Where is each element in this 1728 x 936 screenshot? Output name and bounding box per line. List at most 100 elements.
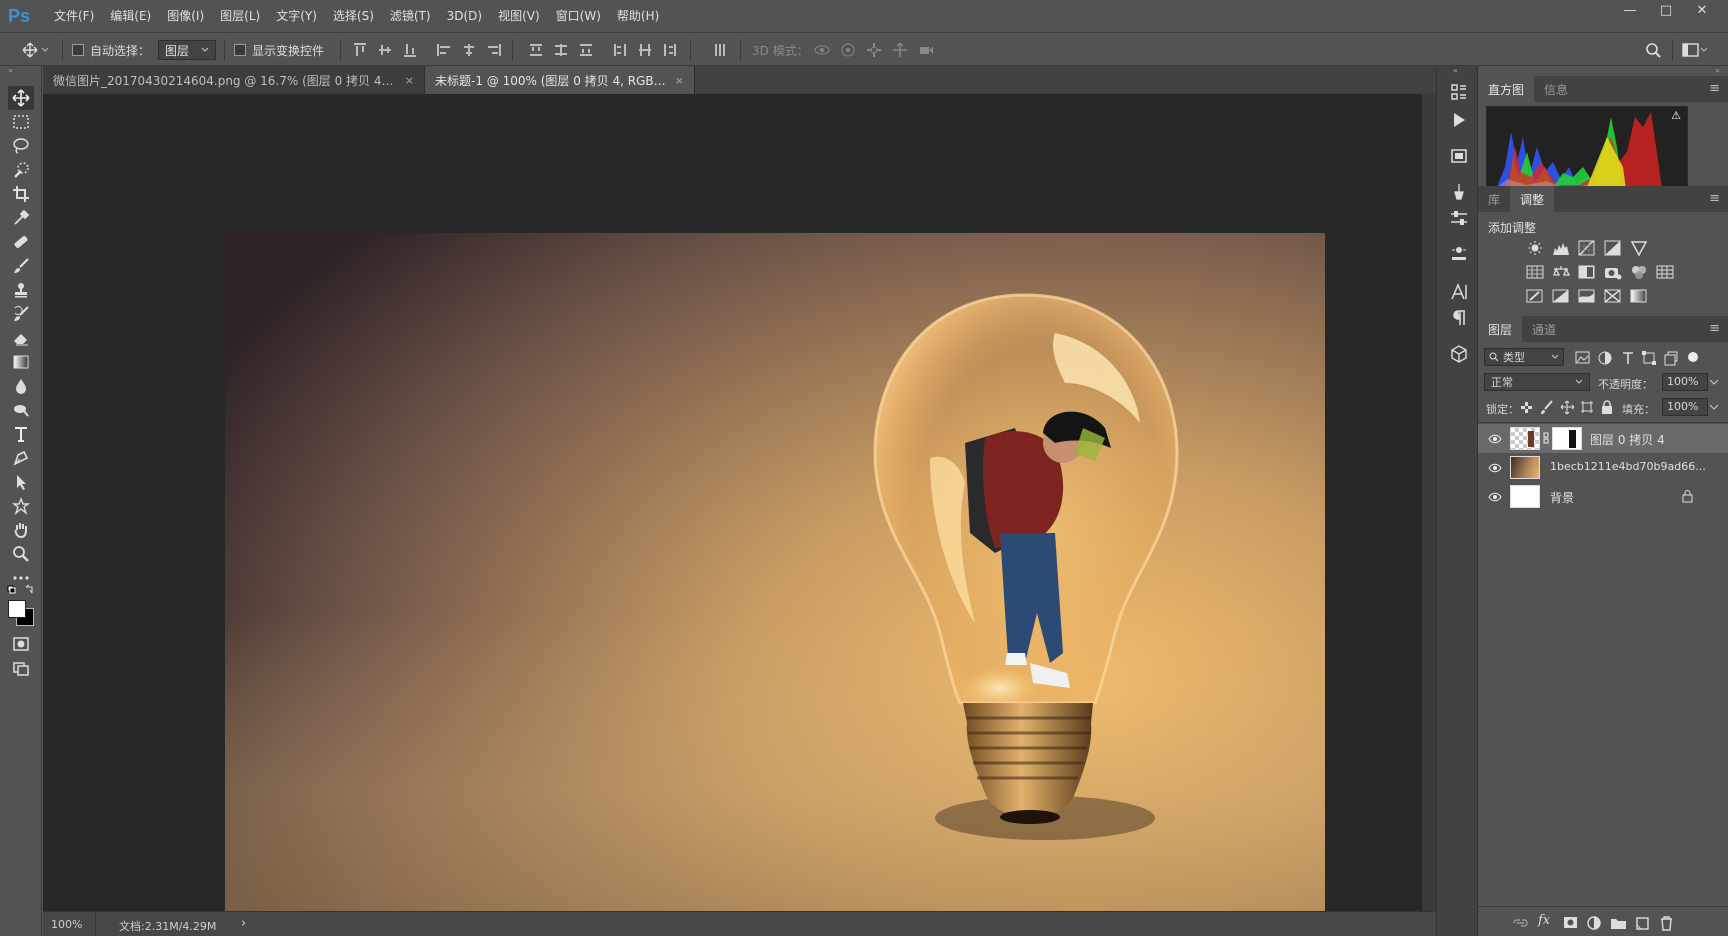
collapse-handle-icon[interactable]: »: [8, 67, 34, 75]
layer-thumbnail[interactable]: [1510, 485, 1540, 508]
menu-item-10[interactable]: 帮助(H): [609, 0, 667, 32]
close-button[interactable]: ✕: [1684, 0, 1720, 24]
tab-untitled-1[interactable]: 未标题-1 @ 100% (图层 0 拷贝 4, RGB/8#) * ×: [425, 66, 695, 94]
menu-item-0[interactable]: 文件(F): [46, 0, 102, 32]
zoom-tool[interactable]: [8, 542, 34, 566]
layer-thumbnail[interactable]: [1510, 427, 1540, 450]
tab-channels[interactable]: 通道: [1522, 316, 1566, 342]
healing-brush-tool[interactable]: [8, 230, 34, 254]
link-layers-icon[interactable]: [1512, 915, 1530, 931]
blend-mode-dropdown[interactable]: 正常: [1484, 373, 1590, 391]
3d-slide-icon[interactable]: [892, 42, 908, 58]
show-transform-checkbox[interactable]: [234, 44, 246, 56]
new-layer-icon[interactable]: [1634, 915, 1652, 931]
color-lookup-icon[interactable]: [1656, 264, 1674, 280]
clone-stamp-tool[interactable]: [8, 278, 34, 302]
auto-align-icon[interactable]: [712, 42, 728, 58]
gradient-map-icon[interactable]: [1630, 288, 1648, 304]
menu-item-1[interactable]: 编辑(E): [102, 0, 159, 32]
exposure-icon[interactable]: [1604, 240, 1622, 256]
filter-pixel-icon[interactable]: [1574, 350, 1592, 366]
align-hcenter-icon[interactable]: [461, 42, 477, 58]
tab-histogram[interactable]: 直方图: [1478, 76, 1535, 102]
auto-select-checkbox[interactable]: [72, 44, 84, 56]
cache-warning-icon[interactable]: ⚠: [1671, 109, 1681, 122]
canvas-workspace[interactable]: [43, 94, 1436, 936]
move-tool-preset[interactable]: [22, 33, 50, 67]
foreground-color-swatch[interactable]: [8, 600, 26, 618]
auto-select-dropdown[interactable]: 图层: [158, 40, 216, 60]
chevron-down-icon[interactable]: [1708, 401, 1720, 417]
hand-tool[interactable]: [8, 518, 34, 542]
3d-roll-icon[interactable]: [840, 42, 856, 58]
panel-menu-icon[interactable]: ≡: [1709, 316, 1720, 342]
default-colors[interactable]: [6, 584, 36, 598]
3d-scale-icon[interactable]: [918, 42, 934, 58]
distribute-hcenter-icon[interactable]: [637, 42, 653, 58]
layer-row-copy4[interactable]: 图层 0 拷贝 4: [1478, 424, 1728, 453]
crop-tool[interactable]: [8, 182, 34, 206]
lock-transparent-icon[interactable]: [1520, 400, 1534, 416]
move-tool[interactable]: [8, 86, 34, 110]
opacity-input[interactable]: 100%: [1662, 373, 1708, 391]
layer-name[interactable]: 背景: [1550, 489, 1574, 506]
close-tab-icon[interactable]: ×: [405, 74, 414, 87]
curves-icon[interactable]: [1578, 240, 1596, 256]
layer-row-photo[interactable]: 1becb1211e4bd70b9ad66...: [1478, 453, 1728, 482]
gradient-tool[interactable]: [8, 350, 34, 374]
vertical-scrollbar[interactable]: [1422, 94, 1436, 911]
filter-toggle[interactable]: [1688, 352, 1698, 362]
layer-thumbnail[interactable]: [1510, 456, 1540, 479]
menu-item-5[interactable]: 选择(S): [325, 0, 382, 32]
lock-artboard-icon[interactable]: [1580, 400, 1594, 416]
mask-link-icon[interactable]: [1542, 432, 1550, 444]
properties-sliders-icon[interactable]: [1449, 208, 1469, 228]
layer-filter-dropdown[interactable]: 类型: [1484, 348, 1564, 366]
layer-mask-thumbnail[interactable]: [1552, 427, 1582, 450]
distribute-right-icon[interactable]: [662, 42, 678, 58]
brush-settings-icon[interactable]: [1449, 182, 1469, 202]
align-top-icon[interactable]: [352, 42, 368, 58]
collapse-handle-icon[interactable]: »: [1715, 66, 1720, 75]
screen-mode-button[interactable]: [8, 656, 34, 680]
workspace-switcher-icon[interactable]: [1682, 42, 1708, 58]
lock-image-pixels-icon[interactable]: [1540, 400, 1554, 416]
tab-libraries[interactable]: 库: [1478, 186, 1510, 212]
panel-menu-icon[interactable]: ≡: [1709, 186, 1720, 212]
align-right-icon[interactable]: [486, 42, 502, 58]
delete-layer-trash-icon[interactable]: [1658, 915, 1676, 931]
zoom-level[interactable]: 100%: [51, 918, 82, 931]
menu-item-2[interactable]: 图像(I): [159, 0, 212, 32]
type-tool[interactable]: [8, 422, 34, 446]
history-panel-icon[interactable]: [1449, 82, 1469, 102]
distribute-bottom-icon[interactable]: [578, 42, 594, 58]
search-icon[interactable]: [1645, 42, 1661, 58]
pen-tool[interactable]: [8, 446, 34, 470]
paragraph-panel-icon[interactable]: [1449, 308, 1469, 328]
path-selection-tool[interactable]: [8, 470, 34, 494]
lasso-tool[interactable]: [8, 134, 34, 158]
menu-item-8[interactable]: 视图(V): [490, 0, 548, 32]
vibrance-icon[interactable]: [1630, 240, 1648, 256]
marquee-tool[interactable]: [8, 110, 34, 134]
brush-tool[interactable]: [8, 254, 34, 278]
restore-button[interactable]: □: [1648, 0, 1684, 24]
new-group-folder-icon[interactable]: [1610, 915, 1628, 931]
quick-selection-tool[interactable]: [8, 158, 34, 182]
tab-info[interactable]: 信息: [1534, 76, 1578, 102]
new-adjustment-layer-icon[interactable]: [1586, 915, 1604, 931]
menu-item-9[interactable]: 窗口(W): [548, 0, 609, 32]
align-left-icon[interactable]: [436, 42, 452, 58]
photo-filter-icon[interactable]: [1604, 264, 1622, 280]
brightness-contrast-icon[interactable]: [1526, 240, 1544, 256]
levels-icon[interactable]: [1552, 240, 1570, 256]
dodge-tool[interactable]: [8, 398, 34, 422]
document-canvas[interactable]: [225, 233, 1325, 936]
collapse-handle-icon[interactable]: «: [1453, 66, 1458, 75]
panel-menu-icon[interactable]: ≡: [1709, 76, 1720, 102]
visibility-eye-icon[interactable]: [1488, 434, 1502, 444]
blur-tool[interactable]: [8, 374, 34, 398]
filter-shape-icon[interactable]: [1641, 350, 1659, 366]
close-tab-icon[interactable]: ×: [675, 74, 684, 87]
fx-icon[interactable]: fx: [1538, 913, 1550, 928]
